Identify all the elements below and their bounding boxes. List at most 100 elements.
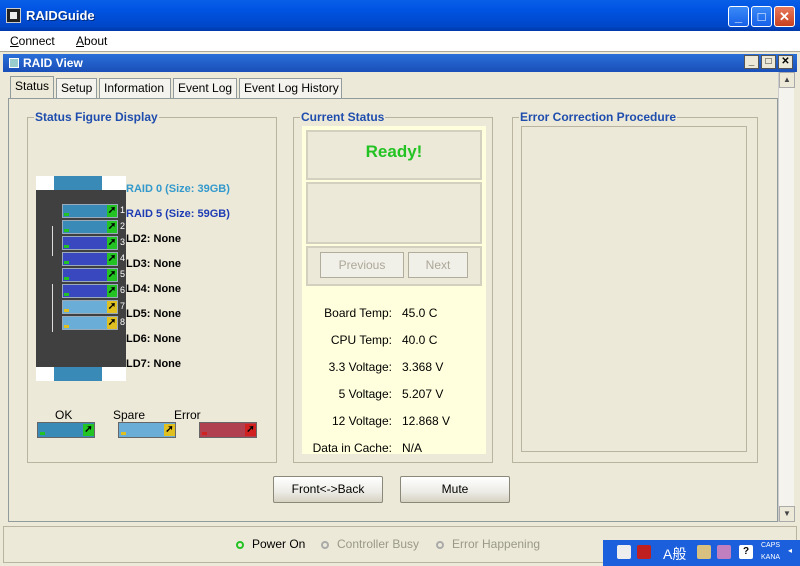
title-bar: RAIDGuide _ □ ✕ (0, 0, 800, 31)
drive-bay-number: 4 (120, 253, 126, 263)
drive-key-icon: ➚ (107, 269, 117, 281)
keyboard-icon[interactable] (617, 545, 631, 559)
ld-raid5-label[interactable]: RAID 5 (Size: 59GB) (126, 208, 230, 220)
minimize-button[interactable]: _ (728, 6, 749, 27)
previous-button[interactable]: Previous (320, 252, 404, 278)
kana-label: KANA (761, 554, 781, 561)
language-bar: A般 ? CAPS KANA ◂ (603, 540, 800, 566)
cpu-temp-label: CPU Temp: (330, 333, 392, 347)
drive-bay-2[interactable]: ➚ (62, 220, 118, 234)
tab-information[interactable]: Information (99, 78, 171, 98)
legend-ok-drive: ➚ (37, 422, 95, 438)
tab-event-log[interactable]: Event Log (173, 78, 237, 98)
enclosure-rail (52, 226, 53, 256)
controller-busy-label: Controller Busy (337, 537, 420, 551)
drive-bay-number: 3 (120, 237, 126, 247)
vertical-scrollbar[interactable]: ▲ ▼ (778, 72, 795, 522)
legend-spare-drive: ➚ (118, 422, 176, 438)
status-nav-box: Previous Next (306, 246, 482, 286)
data-in-cache-value: N/A (402, 441, 423, 455)
app-icon (6, 8, 21, 23)
close-button[interactable]: ✕ (774, 6, 795, 27)
ld3-label: LD3: None (126, 258, 181, 270)
scroll-down-arrow-icon[interactable]: ▼ (779, 506, 795, 522)
front-back-button[interactable]: Front<->Back (273, 476, 383, 503)
ime-mode-label[interactable]: A般 (663, 544, 686, 564)
menu-about[interactable]: About (76, 34, 107, 48)
controller-busy-indicator: Controller Busy (321, 537, 419, 551)
drive-key-icon: ➚ (245, 424, 256, 436)
ld6-label: LD6: None (126, 333, 181, 345)
controller-busy-led-icon (321, 541, 329, 549)
drive-key-icon: ➚ (107, 237, 117, 249)
drive-key-icon: ➚ (107, 205, 117, 217)
menu-bar: Connect About (0, 31, 800, 52)
menu-connect[interactable]: Connect (10, 34, 55, 48)
voltage-5v-label: 5 Voltage: (338, 387, 392, 401)
drive-bay-3[interactable]: ➚ (62, 236, 118, 250)
ld7-label: LD7: None (126, 358, 181, 370)
inner-close-button[interactable]: ✕ (778, 55, 793, 69)
ime-icon[interactable] (637, 545, 651, 559)
inner-minimize-button[interactable]: _ (744, 55, 759, 69)
cpu-temp-value: 40.0 C (402, 333, 438, 347)
tab-setup[interactable]: Setup (56, 78, 97, 98)
drive-key-icon: ➚ (107, 301, 117, 313)
status-message-box: Ready! (306, 130, 482, 180)
current-status-title: Current Status (300, 110, 386, 124)
tab-status[interactable]: Status (10, 76, 54, 98)
drive-key-icon: ➚ (164, 424, 175, 436)
tab-event-log-history[interactable]: Event Log History (239, 78, 342, 98)
data-in-cache-label: Data in Cache: (312, 441, 392, 455)
raid-enclosure: ➚ 1 ➚ 2 ➚ 3 ➚ 4 ➚ 5 ➚ 6 ➚ 7 ➚ 8 (36, 176, 126, 381)
current-status-group: Current Status Ready! Previous Next Boar… (293, 110, 493, 463)
drive-bay-number: 6 (120, 285, 126, 295)
power-on-label: Power On (252, 537, 306, 551)
drive-bay-4[interactable]: ➚ (62, 252, 118, 266)
maximize-button[interactable]: □ (751, 6, 772, 27)
power-on-indicator: Power On (236, 537, 305, 551)
raid-view-icon (9, 58, 19, 68)
tray-expand-icon[interactable]: ◂ (788, 546, 792, 555)
legend-error-label: Error (174, 408, 201, 422)
enclosure-bottom-cap (36, 367, 126, 381)
drive-bay-5[interactable]: ➚ (62, 268, 118, 282)
drive-bay-8[interactable]: ➚ (62, 316, 118, 330)
board-temp-value: 45.0 C (402, 306, 438, 320)
inner-maximize-button[interactable]: □ (761, 55, 776, 69)
status-figure-group: Status Figure Display ➚ 1 ➚ 2 ➚ 3 ➚ 4 ➚ … (27, 110, 277, 463)
legend-error-drive: ➚ (199, 422, 257, 438)
voltage-3v3-value: 3.368 V (402, 360, 444, 374)
drive-key-icon: ➚ (83, 424, 94, 436)
next-button[interactable]: Next (408, 252, 468, 278)
error-happening-label: Error Happening (452, 537, 541, 551)
ld5-label: LD5: None (126, 308, 181, 320)
status-message: Ready! (365, 142, 423, 161)
drive-bay-7[interactable]: ➚ (62, 300, 118, 314)
voltage-12v-value: 12.868 V (402, 414, 451, 428)
enclosure-top-cap (36, 176, 126, 190)
voltage-3v3-label: 3.3 Voltage: (328, 360, 392, 374)
drive-key-icon: ➚ (107, 285, 117, 297)
help-icon[interactable]: ? (739, 545, 753, 559)
error-correction-textarea[interactable] (521, 126, 747, 452)
ld-raid0-label[interactable]: RAID 0 (Size: 39GB) (126, 183, 230, 195)
mute-button[interactable]: Mute (400, 476, 510, 503)
status-panel: Ready! Previous Next Board Temp: 45.0 C … (302, 126, 486, 455)
error-correction-group: Error Correction Procedure (512, 110, 758, 463)
drive-key-icon: ➚ (107, 317, 117, 329)
window-title: RAIDGuide (26, 8, 95, 23)
drive-bay-6[interactable]: ➚ (62, 284, 118, 298)
legend-ok-label: OK (55, 408, 73, 422)
ld2-label: LD2: None (126, 233, 181, 245)
dictionary-icon[interactable] (717, 545, 731, 559)
drive-bay-1[interactable]: ➚ (62, 204, 118, 218)
status-tab-panel: Status Figure Display ➚ 1 ➚ 2 ➚ 3 ➚ 4 ➚ … (8, 98, 778, 522)
pad-icon[interactable] (697, 545, 711, 559)
status-detail-box (306, 182, 482, 244)
drive-key-icon: ➚ (107, 221, 117, 233)
voltage-12v-label: 12 Voltage: (331, 414, 392, 428)
error-happening-led-icon (436, 541, 444, 549)
scroll-up-arrow-icon[interactable]: ▲ (779, 72, 795, 88)
drive-bay-number: 8 (120, 317, 126, 327)
